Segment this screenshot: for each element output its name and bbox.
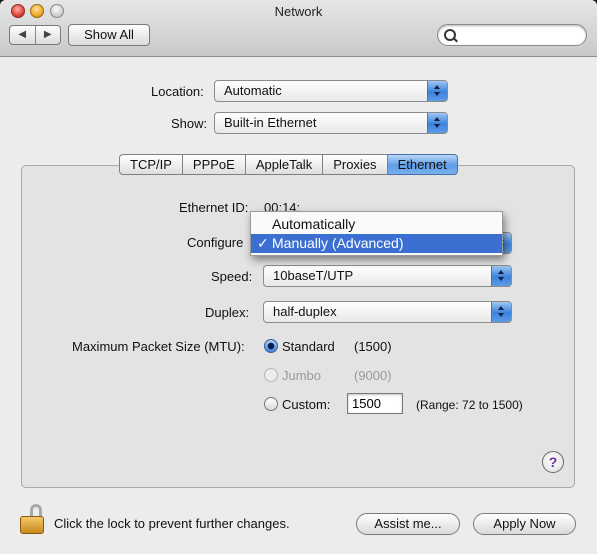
configure-label: Configure [187, 235, 244, 250]
show-all-button[interactable]: Show All [68, 24, 150, 46]
show-value: Built-in Ethernet [224, 115, 317, 130]
speed-popup[interactable]: 10baseT/UTP [263, 265, 512, 287]
mtu-jumbo-radio[interactable] [264, 368, 278, 382]
configure-menu: Automatically ✓ Manually (Advanced) [250, 211, 503, 256]
tab-appletalk[interactable]: AppleTalk [245, 154, 324, 175]
popup-arrows-icon [491, 302, 511, 322]
show-popup[interactable]: Built-in Ethernet [214, 112, 448, 134]
forward-arrow-icon[interactable]: ▶ [36, 26, 61, 44]
mtu-custom-radio[interactable] [264, 397, 278, 411]
assist-me-button[interactable]: Assist me... [356, 513, 460, 535]
mtu-label: Maximum Packet Size (MTU): [72, 339, 245, 354]
mtu-standard-value: (1500) [354, 339, 392, 354]
checkmark-icon: ✓ [257, 235, 269, 251]
lock-body [20, 516, 44, 534]
mtu-standard-label: Standard [282, 339, 335, 354]
popup-arrows-icon [427, 113, 447, 133]
duplex-popup[interactable]: half-duplex [263, 301, 512, 323]
window-title: Network [274, 4, 323, 19]
back-arrow-icon[interactable]: ◀ [10, 26, 36, 44]
mtu-jumbo-value: (9000) [354, 368, 392, 383]
duplex-value: half-duplex [273, 304, 337, 319]
mtu-custom-label: Custom: [282, 397, 331, 412]
speed-label: Speed: [211, 269, 253, 284]
show-label: Show: [171, 116, 208, 131]
tab-tcp-ip[interactable]: TCP/IP [119, 154, 183, 175]
search-field[interactable] [437, 24, 587, 46]
lock-icon[interactable] [20, 504, 48, 534]
tab-bar: TCP/IP PPPoE AppleTalk Proxies Ethernet [119, 154, 458, 175]
popup-arrows-icon [491, 266, 511, 286]
location-label: Location: [151, 84, 204, 99]
toolbar: Network ◀ ▶ Show All [0, 0, 597, 57]
search-icon [444, 29, 456, 41]
menu-item-automatically[interactable]: Automatically [251, 215, 502, 234]
tab-proxies[interactable]: Proxies [323, 154, 388, 175]
apply-now-button[interactable]: Apply Now [473, 513, 576, 535]
location-value: Automatic [224, 83, 282, 98]
mtu-jumbo-label: Jumbo [282, 368, 322, 383]
mtu-range-hint: (Range: 72 to 1500) [416, 398, 523, 412]
mtu-custom-field[interactable] [347, 393, 403, 414]
tab-ethernet[interactable]: Ethernet [387, 154, 458, 175]
duplex-label: Duplex: [205, 305, 250, 320]
help-button[interactable]: ? [542, 451, 564, 473]
ethernet-id-label: Ethernet ID: [179, 200, 249, 215]
menu-item-manually-advanced[interactable]: ✓ Manually (Advanced) [251, 234, 502, 253]
search-input[interactable] [460, 27, 582, 45]
mtu-standard-radio[interactable] [264, 339, 278, 353]
lock-message: Click the lock to prevent further change… [54, 516, 290, 531]
speed-value: 10baseT/UTP [273, 268, 354, 283]
back-forward-control: ◀ ▶ [9, 25, 61, 45]
location-popup[interactable]: Automatic [214, 80, 448, 102]
tab-pppoe[interactable]: PPPoE [182, 154, 246, 175]
popup-arrows-icon [427, 81, 447, 101]
network-preferences-window: Network ◀ ▶ Show All Location: Automatic… [0, 0, 597, 554]
menu-item-label: Manually (Advanced) [272, 235, 404, 251]
menu-item-label: Automatically [272, 216, 356, 232]
